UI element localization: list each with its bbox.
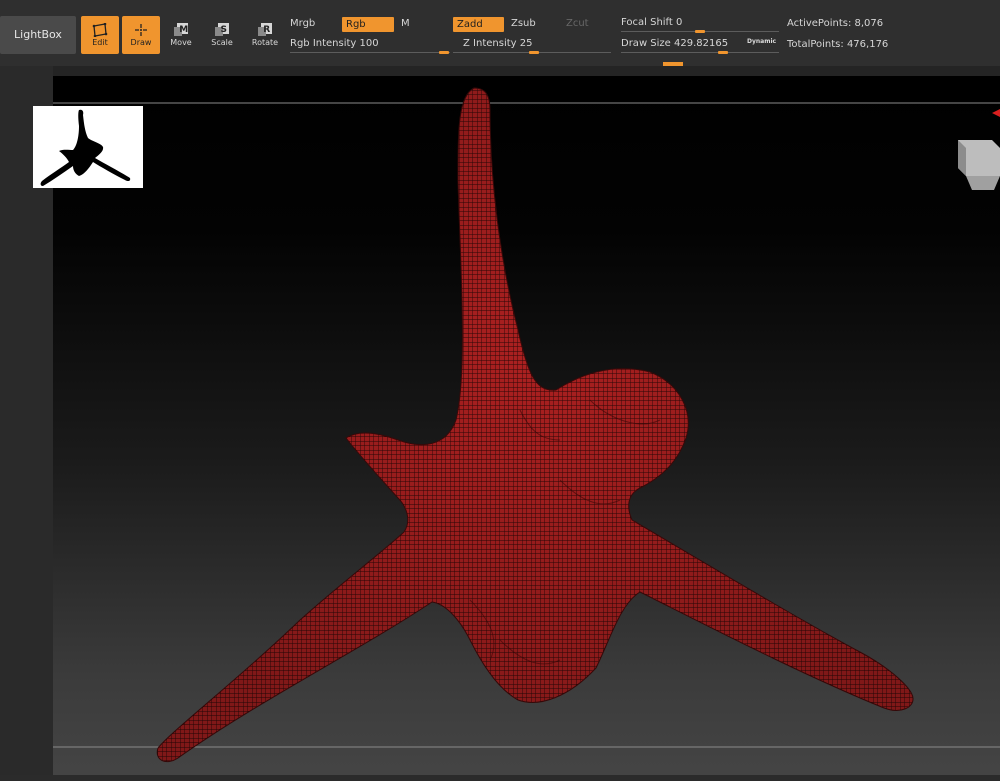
- silhouette-thumbnail: [33, 106, 143, 188]
- move-label: Move: [170, 38, 192, 47]
- rgb-button[interactable]: Rgb: [342, 17, 394, 32]
- top-toolbar: LightBox Edit Draw M Move S Scale R Rota…: [0, 0, 1000, 66]
- active-points-readout: ActivePoints: 8,076: [787, 18, 884, 29]
- focal-shift-knob[interactable]: [695, 30, 705, 33]
- axis-indicator-icon: [992, 109, 1000, 117]
- focal-shift-label: Focal Shift 0: [621, 17, 683, 28]
- total-points-readout: TotalPoints: 476,176: [787, 39, 889, 50]
- edit-button[interactable]: Edit: [81, 16, 119, 54]
- draw-size-knob[interactable]: [718, 51, 728, 54]
- rotate-icon: R: [258, 23, 272, 36]
- zadd-button[interactable]: Zadd: [453, 17, 504, 32]
- scale-key-letter: S: [221, 25, 227, 35]
- mesh-shading: [157, 88, 914, 762]
- rotate-button[interactable]: R Rotate: [246, 16, 284, 54]
- draw-button[interactable]: Draw: [122, 16, 160, 54]
- rgb-intensity-knob[interactable]: [439, 51, 449, 54]
- m-button[interactable]: M: [401, 18, 410, 29]
- dynamic-toggle[interactable]: Dynamic: [747, 38, 776, 45]
- mrgb-button[interactable]: Mrgb: [290, 18, 315, 29]
- edit-frame-icon: [92, 23, 108, 37]
- rotate-label: Rotate: [251, 38, 279, 47]
- zcut-button[interactable]: Zcut: [566, 18, 589, 29]
- edit-label: Edit: [92, 38, 108, 47]
- viewport[interactable]: [53, 76, 1000, 781]
- draw-crosshair-icon: [135, 24, 147, 36]
- z-intensity-label: Z Intensity 25: [463, 38, 533, 49]
- rotate-key-letter: R: [263, 25, 270, 35]
- lightbox-button[interactable]: LightBox: [0, 16, 76, 54]
- rgb-intensity-slider[interactable]: [290, 52, 450, 53]
- move-button[interactable]: M Move: [162, 16, 200, 54]
- move-icon: M: [174, 23, 188, 36]
- z-intensity-knob[interactable]: [529, 51, 539, 54]
- navigation-cube-icon[interactable]: [958, 140, 1000, 190]
- move-key-letter: M: [179, 25, 188, 35]
- scale-icon: S: [215, 23, 229, 36]
- draw-size-label: Draw Size 429.82165: [621, 38, 729, 49]
- scale-button[interactable]: S Scale: [203, 16, 241, 54]
- silhouette-icon: [40, 109, 131, 186]
- canvas-area: [0, 66, 1000, 781]
- scale-label: Scale: [211, 38, 233, 47]
- zsub-button[interactable]: Zsub: [511, 18, 536, 29]
- bottom-tray: [0, 775, 1000, 781]
- draw-label: Draw: [130, 38, 152, 47]
- rgb-intensity-label: Rgb Intensity 100: [290, 38, 379, 49]
- mesh-canvas: [53, 87, 1000, 763]
- draw-size-slider[interactable]: [621, 52, 779, 53]
